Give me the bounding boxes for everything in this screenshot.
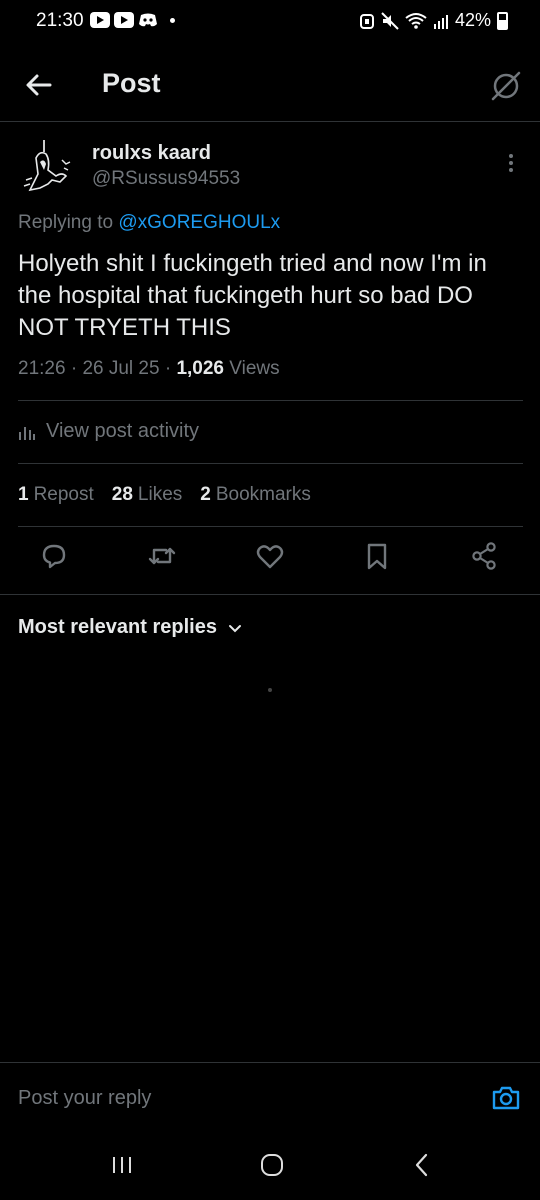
home-icon[interactable] (254, 1150, 290, 1180)
replying-prefix: Replying to (18, 212, 119, 233)
reply-sort-label: Most relevant replies (18, 616, 217, 638)
post-stats: 1 Repost 28 Likes 2 Bookmarks (18, 484, 311, 506)
discord-icon (138, 12, 158, 28)
reply-icon[interactable] (38, 540, 70, 572)
camera-icon[interactable] (490, 1082, 522, 1114)
notification-dot-icon (170, 17, 175, 23)
author-handle[interactable]: @RSussus94553 (92, 168, 240, 190)
likes-label: Likes (137, 484, 183, 505)
views-label: Views (229, 358, 280, 379)
back-arrow-icon[interactable] (22, 68, 56, 102)
reply-sort-dropdown[interactable]: Most relevant replies (18, 616, 243, 639)
meta-divider (18, 400, 523, 401)
replying-to: Replying to @xGOREGHOULx (18, 212, 280, 234)
more-options-icon[interactable] (500, 152, 522, 174)
system-navigation-bar (0, 1130, 540, 1200)
recent-apps-icon[interactable] (104, 1150, 140, 1180)
bookmarks-stat[interactable]: 2 Bookmarks (200, 484, 311, 506)
bookmark-icon[interactable] (361, 540, 393, 572)
system-back-icon[interactable] (404, 1150, 440, 1180)
replying-to-mention[interactable]: @xGOREGHOULx (118, 212, 280, 233)
activity-divider (18, 463, 523, 464)
bookmarks-label: Bookmarks (215, 484, 311, 505)
mute-icon (381, 11, 399, 30)
meta-separator: · (65, 358, 83, 379)
chevron-down-icon (227, 620, 243, 636)
avatar[interactable] (18, 140, 76, 198)
view-post-activity-label: View post activity (46, 420, 200, 442)
header-divider (0, 121, 540, 122)
status-time: 21:30 (36, 10, 84, 31)
alarm-icon (359, 12, 375, 30)
meta-separator: · (159, 358, 177, 379)
analytics-icon (18, 424, 36, 440)
reposts-label: Repost (33, 484, 94, 505)
status-indicators: 42% (359, 10, 508, 31)
reply-bar-divider (0, 1062, 540, 1063)
view-post-activity-button[interactable]: View post activity (18, 420, 199, 443)
loading-indicator (268, 688, 272, 692)
author-name[interactable]: roulxs kaard (92, 142, 211, 165)
stats-divider (18, 526, 523, 527)
share-icon[interactable] (468, 540, 500, 572)
reposts-stat[interactable]: 1 Repost (18, 484, 94, 506)
repost-icon[interactable] (146, 540, 178, 572)
status-bar: 21:30 42% (0, 0, 540, 44)
post-text: Holyeth shit I fuckingeth tried and now … (18, 250, 487, 341)
bookmarks-count: 2 (200, 484, 211, 505)
status-app-icons (90, 12, 175, 28)
post-meta: 21:26 · 26 Jul 25 · 1,026 Views (18, 358, 280, 380)
page-title: Post (102, 68, 161, 98)
grok-icon[interactable] (488, 68, 524, 104)
youtube-icon (90, 12, 110, 28)
signal-icon (433, 13, 449, 29)
likes-stat[interactable]: 28 Likes (112, 484, 183, 506)
like-heart-icon[interactable] (254, 540, 286, 572)
top-app-bar: Post (0, 48, 540, 121)
post-time: 21:26 (18, 358, 66, 379)
post-actions (0, 540, 540, 580)
post-date: 26 Jul 25 (82, 358, 160, 379)
reposts-count: 1 (18, 484, 29, 505)
battery-percent: 42% (454, 10, 491, 30)
wifi-icon (405, 12, 427, 30)
likes-count: 28 (111, 484, 133, 505)
battery-icon (497, 11, 508, 30)
reply-input[interactable]: Post your reply (18, 1087, 151, 1110)
youtube-icon (114, 12, 134, 28)
views-count: 1,026 (176, 358, 224, 379)
actions-divider (0, 594, 540, 595)
